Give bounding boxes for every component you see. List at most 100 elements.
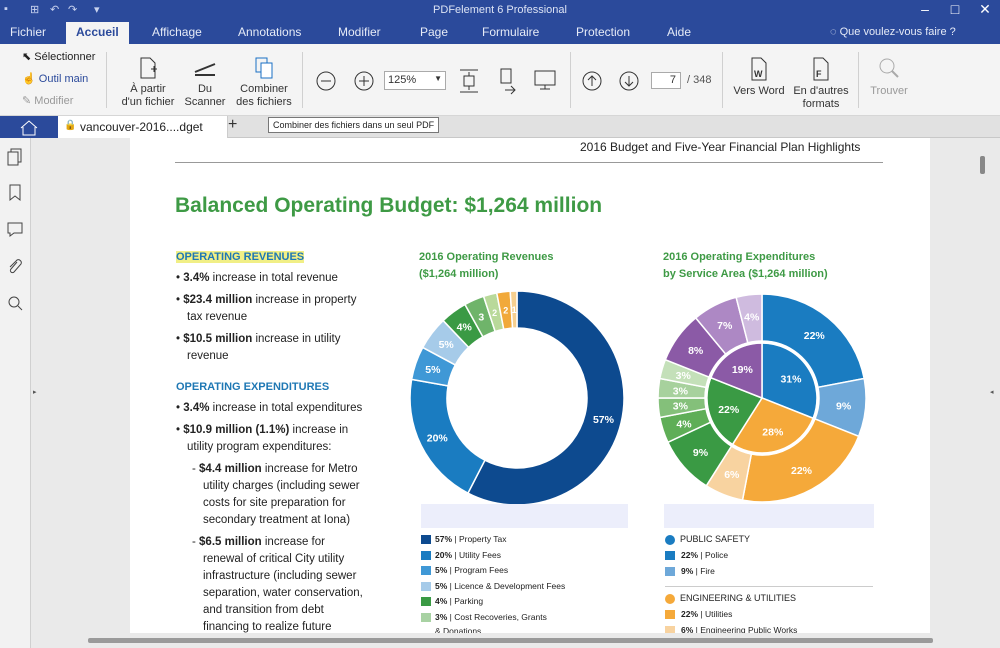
fullscreen-icon[interactable] — [533, 68, 557, 92]
separator — [302, 52, 303, 108]
legend-item: 22% | Utilities — [681, 609, 733, 619]
zoom-in-icon[interactable] — [353, 70, 375, 92]
menu-modifier[interactable]: Modifier — [338, 25, 381, 39]
from-file-label-2: d'un fichier — [121, 96, 175, 108]
menu-annotations[interactable]: Annotations — [238, 25, 301, 39]
to-word-button[interactable]: W Vers Word — [730, 56, 788, 98]
attachment-icon[interactable] — [7, 258, 23, 276]
legend-divider — [665, 586, 873, 587]
legend-item: 5% | Licence & Development Fees — [435, 580, 566, 591]
fit-height-icon[interactable] — [458, 66, 480, 96]
bookmark-icon[interactable] — [7, 184, 23, 202]
window-title: PDFelement 6 Professional — [433, 4, 567, 16]
ribbon-toolbar: ⬉ Sélectionner ☝ Outil main ✎ Modifier À… — [0, 44, 1000, 116]
new-tab-icon[interactable]: + — [228, 116, 237, 134]
edit-tool[interactable]: ✎ Modifier — [22, 94, 73, 107]
expand-right-panel-icon[interactable]: ◂ — [990, 388, 994, 396]
expand-panel-icon[interactable]: ▸ — [33, 388, 37, 396]
from-file-label-1: À partir — [130, 83, 166, 95]
search-icon[interactable] — [7, 295, 23, 313]
bullet-strong: $6.5 million — [199, 536, 262, 548]
header-rule — [175, 162, 883, 163]
zoom-select[interactable]: 125% ▼ — [384, 71, 446, 90]
legend-item: 9% | Fire — [681, 566, 715, 576]
revenue-label: 2 — [503, 306, 508, 316]
menu-bar: Fichier Accueil Affichage Annotations Mo… — [0, 22, 1000, 44]
home-icon — [20, 120, 38, 136]
expenditure-outer-label: 9% — [836, 401, 852, 413]
legend-group-title: PUBLIC SAFETY — [680, 534, 751, 544]
document-tab[interactable]: 🔒 vancouver-2016....dget — [58, 116, 228, 138]
page-heading: Balanced Operating Budget: $1,264 millio… — [175, 194, 603, 217]
home-tab[interactable] — [0, 116, 58, 138]
separator — [106, 52, 107, 108]
find-button[interactable]: Trouver — [864, 56, 914, 98]
maximize-icon[interactable]: □ — [940, 1, 970, 17]
scanner-button[interactable]: Du Scanner — [180, 56, 230, 109]
menu-accueil[interactable]: Accueil — [66, 22, 129, 44]
legend-group-dot — [665, 594, 675, 604]
vertical-scrollbar-thumb[interactable] — [980, 156, 985, 174]
other-formats-button[interactable]: F En d'autres formats — [790, 56, 852, 111]
menu-affichage[interactable]: Affichage — [152, 25, 202, 39]
zoom-out-icon[interactable] — [315, 70, 337, 92]
edit-icon: ✎ — [22, 95, 35, 107]
next-page-icon[interactable] — [618, 70, 640, 92]
expenditure-inner-label: 19% — [732, 364, 754, 376]
menu-protection[interactable]: Protection — [576, 25, 630, 39]
legend-item: 20% | Utility Fees — [435, 549, 501, 560]
legend-swatch — [421, 613, 431, 622]
menu-page[interactable]: Page — [420, 25, 448, 39]
legend-percent: 20% — [435, 549, 453, 560]
revenue-bullet-line: • $23.4 million increase in property — [176, 294, 357, 306]
combine-label-1: Combiner — [240, 83, 288, 95]
bullet-strong: $23.4 million — [183, 294, 253, 306]
bullet-strong: 3.4% — [183, 402, 210, 414]
pdf-page: 2016 Budget and Five-Year Financial Plan… — [130, 138, 930, 633]
close-icon[interactable]: ✕ — [970, 1, 1000, 18]
legend-item: 57% | Property Tax — [435, 534, 507, 544]
from-file-button[interactable]: À partir d'un fichier — [118, 56, 178, 109]
legend-item: 3% | Cost Recoveries, Grants — [435, 612, 547, 622]
revenue-label: 3 — [478, 311, 484, 323]
expenditure-line: - $6.5 million increase for — [192, 536, 325, 548]
hand-tool[interactable]: ☝ Outil main — [22, 72, 88, 85]
expenditure-line: utility charges (including sewer — [203, 480, 360, 492]
expenditure-outer-label: 4% — [744, 312, 760, 324]
legend-percent: 6% — [681, 625, 694, 633]
menu-fichier[interactable]: Fichier — [10, 25, 46, 39]
comment-icon[interactable] — [7, 221, 23, 239]
expenditure-inner-label: 31% — [780, 373, 802, 385]
right-scroll-area: ◂ — [972, 138, 1000, 648]
svg-text:W: W — [754, 69, 763, 79]
expenditure-outer-label: 3% — [673, 401, 689, 413]
legend-swatch — [421, 566, 431, 576]
page-total: / 348 — [687, 74, 712, 86]
export-doc-icon: F — [813, 57, 829, 81]
expenditure-line: separation, water conservation, — [203, 587, 363, 599]
expenditure-line: renewal of critical City utility — [203, 553, 345, 565]
menu-aide[interactable]: Aide — [667, 25, 691, 39]
horizontal-scrollbar-thumb[interactable] — [88, 638, 933, 643]
minimize-icon[interactable]: – — [910, 1, 940, 17]
select-tool[interactable]: ⬉ Sélectionner — [22, 50, 95, 63]
legend-swatch — [421, 535, 431, 544]
revenue-label: 5% — [425, 364, 441, 376]
expenditure-line: secondary treatment at Iona) — [203, 514, 351, 526]
scanner-icon — [194, 63, 216, 76]
tell-me-search[interactable]: ◌ Que voulez-vous faire ? — [830, 26, 956, 38]
legend-percent: 9% — [681, 566, 694, 576]
previous-page-icon[interactable] — [581, 70, 603, 92]
search-icon — [879, 58, 899, 78]
thumbnails-icon[interactable] — [7, 148, 23, 166]
legend-item: 22% | Police — [681, 550, 729, 560]
revenues-heading: OPERATING REVENUES — [176, 251, 305, 263]
menu-formulaire[interactable]: Formulaire — [482, 25, 539, 39]
fit-width-icon[interactable] — [497, 66, 519, 96]
revenue-bullet-line: • 3.4% increase in total revenue — [176, 272, 338, 284]
page-number-input[interactable]: 7 — [651, 72, 681, 89]
document-tab-label: vancouver-2016....dget — [80, 120, 203, 134]
expenditure-chart-title-1: 2016 Operating Expenditures — [663, 251, 816, 263]
combine-files-button[interactable]: Combiner des fichiers — [234, 56, 294, 109]
legend-percent: 5% — [435, 565, 448, 576]
